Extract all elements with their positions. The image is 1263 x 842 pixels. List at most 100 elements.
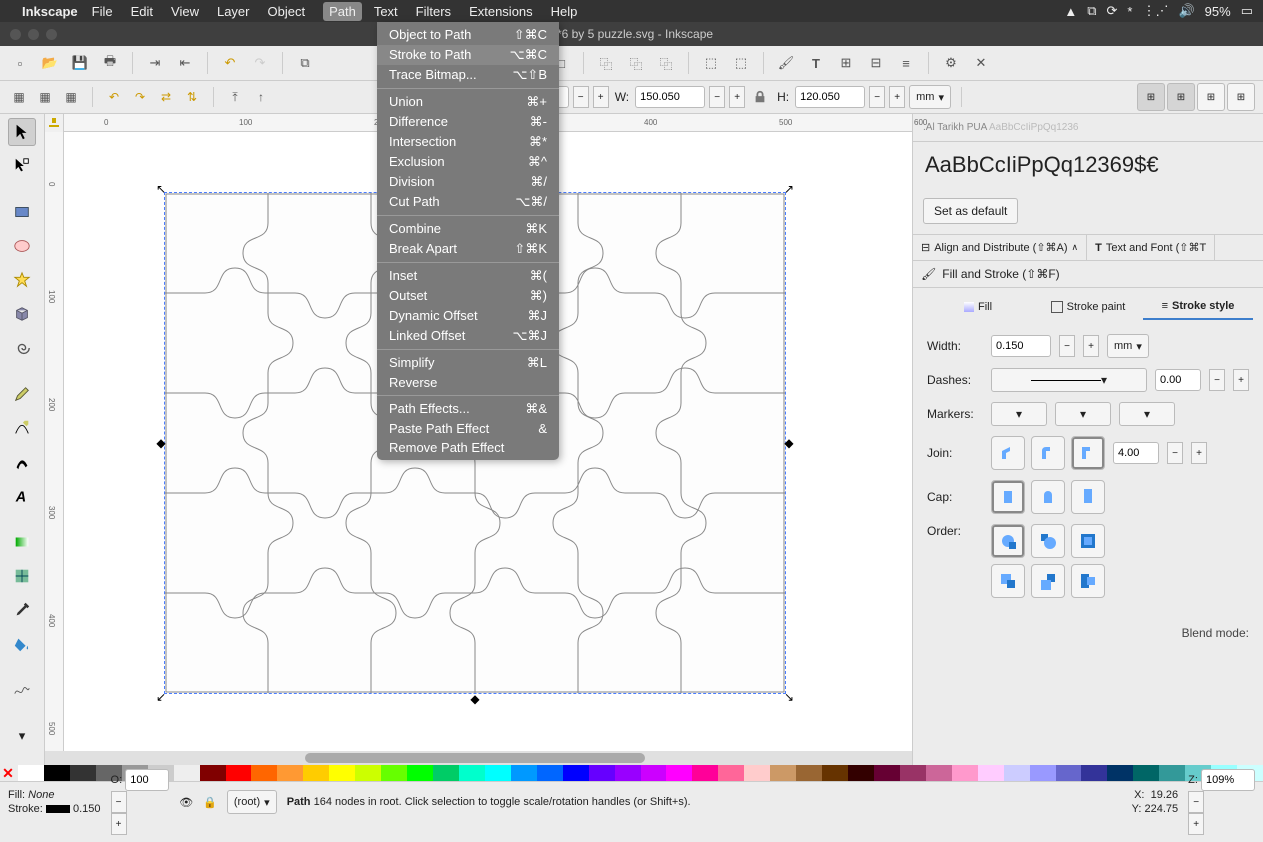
menu-filters[interactable]: Filters (416, 4, 451, 19)
color-swatch[interactable] (44, 765, 70, 781)
tweak-tool[interactable] (8, 676, 36, 704)
color-swatch[interactable] (1081, 765, 1107, 781)
join-round-button[interactable] (1031, 436, 1065, 470)
order-1-button[interactable] (991, 524, 1025, 558)
align-tab[interactable]: ⊟Align and Distribute (⇧⌘A)∧ (913, 235, 1087, 260)
order-6-button[interactable] (1071, 564, 1105, 598)
node-tool[interactable] (8, 152, 36, 180)
menu-item-division[interactable]: Division⌘/ (377, 172, 559, 192)
menu-item-exclusion[interactable]: Exclusion⌘^ (377, 152, 559, 172)
rotate-cw-icon[interactable]: ↷ (129, 86, 151, 108)
dash-offset-input[interactable] (1155, 369, 1201, 391)
color-swatch[interactable] (200, 765, 226, 781)
rect-tool[interactable] (8, 198, 36, 226)
color-swatch[interactable] (18, 765, 44, 781)
group-icon[interactable]: ⬚ (699, 51, 723, 75)
color-swatch[interactable] (407, 765, 433, 781)
miter-minus-button[interactable]: − (1167, 442, 1183, 464)
width-minus-button[interactable]: − (1059, 335, 1075, 357)
menu-item-combine[interactable]: Combine⌘K (377, 219, 559, 239)
star-tool[interactable] (8, 266, 36, 294)
order-4-button[interactable] (991, 564, 1025, 598)
flip-h-icon[interactable]: ⇄ (155, 86, 177, 108)
color-swatch[interactable] (589, 765, 615, 781)
menu-item-linked-offset[interactable]: Linked Offset⌥⌘J (377, 326, 559, 346)
menu-help[interactable]: Help (551, 4, 578, 19)
h-input[interactable] (795, 86, 865, 108)
no-fill-swatch[interactable]: ✕ (0, 765, 16, 781)
print-icon[interactable]: 🖶 (98, 51, 122, 75)
color-swatch[interactable] (796, 765, 822, 781)
color-swatch[interactable] (174, 765, 200, 781)
menu-text[interactable]: Text (374, 4, 398, 19)
h-plus-button[interactable]: + (889, 86, 905, 108)
menu-extensions[interactable]: Extensions (469, 4, 533, 19)
menu-item-dynamic-offset[interactable]: Dynamic Offset⌘J (377, 306, 559, 326)
more-tools[interactable]: ▾ (8, 722, 36, 750)
marker-mid-select[interactable]: ▾ (1055, 402, 1111, 426)
import-icon[interactable]: ⇥ (143, 51, 167, 75)
zoom-plus-button[interactable]: + (1188, 813, 1204, 835)
gradient-tool[interactable] (8, 528, 36, 556)
duplicate-icon[interactable]: ⿻ (594, 51, 618, 75)
color-swatch[interactable] (251, 765, 277, 781)
order-5-button[interactable] (1031, 564, 1065, 598)
menu-edit[interactable]: Edit (131, 4, 153, 19)
color-swatch[interactable] (1004, 765, 1030, 781)
affect-stroke-icon[interactable]: ⊞ (1137, 83, 1165, 111)
order-3-button[interactable] (1071, 524, 1105, 558)
shield-icon[interactable]: ▲ (1064, 4, 1077, 19)
color-swatch[interactable] (355, 765, 381, 781)
dash-plus-button[interactable]: + (1233, 369, 1249, 391)
undo-icon[interactable]: ↶ (218, 51, 242, 75)
refresh-icon[interactable]: ⟳ (1107, 3, 1118, 19)
stroke-swatch[interactable] (46, 805, 70, 813)
selection-handle[interactable]: ◆ (156, 438, 166, 448)
join-miter-button[interactable] (1071, 436, 1105, 470)
stroke-style-tab[interactable]: ≡Stroke style (1143, 294, 1253, 320)
text-icon[interactable]: T (804, 51, 828, 75)
color-swatch[interactable] (744, 765, 770, 781)
miter-plus-button[interactable]: + (1191, 442, 1207, 464)
menu-item-cut-path[interactable]: Cut Path⌥⌘/ (377, 192, 559, 212)
color-swatch[interactable] (485, 765, 511, 781)
screen-icon[interactable]: ⧉ (1087, 3, 1096, 19)
menu-item-remove-path-effect[interactable]: Remove Path Effect (377, 438, 559, 457)
color-swatch[interactable] (822, 765, 848, 781)
color-swatch[interactable] (770, 765, 796, 781)
cap-butt-button[interactable] (991, 480, 1025, 514)
stroke-paint-tab[interactable]: Stroke paint (1033, 294, 1143, 320)
close-window-icon[interactable] (10, 29, 21, 40)
unlink-clone-icon[interactable]: ⿻ (654, 51, 678, 75)
minimize-window-icon[interactable] (28, 29, 39, 40)
menu-item-inset[interactable]: Inset⌘( (377, 266, 559, 286)
deselect-icon[interactable]: ▦ (60, 86, 82, 108)
join-bevel-button[interactable] (991, 436, 1025, 470)
wifi-icon[interactable]: ⋮⋰ (1142, 3, 1168, 19)
mesh-tool[interactable] (8, 562, 36, 590)
color-swatch[interactable] (874, 765, 900, 781)
menu-file[interactable]: File (92, 4, 113, 19)
fill-stroke-header[interactable]: 🖌Fill and Stroke (⇧⌘F) (913, 261, 1263, 288)
doc-prefs-icon[interactable]: ✕ (969, 51, 993, 75)
color-swatch[interactable] (926, 765, 952, 781)
dash-minus-button[interactable]: − (1209, 369, 1225, 391)
color-swatch[interactable] (1030, 765, 1056, 781)
menu-item-simplify[interactable]: Simplify⌘L (377, 353, 559, 373)
select-all-layers-icon[interactable]: ▦ (34, 86, 56, 108)
selection-handle[interactable]: ↙ (156, 692, 166, 702)
color-swatch[interactable] (952, 765, 978, 781)
w-minus-button[interactable]: − (709, 86, 725, 108)
menu-path[interactable]: Path (323, 2, 362, 21)
menu-item-break-apart[interactable]: Break Apart⇧⌘K (377, 239, 559, 259)
open-icon[interactable]: 📂 (38, 51, 62, 75)
3dbox-tool[interactable] (8, 300, 36, 328)
color-swatch[interactable] (1159, 765, 1185, 781)
menu-item-intersection[interactable]: Intersection⌘* (377, 132, 559, 152)
color-swatch[interactable] (1056, 765, 1082, 781)
menu-item-paste-path-effect[interactable]: Paste Path Effect& (377, 419, 559, 438)
menu-item-stroke-to-path[interactable]: Stroke to Path⌥⌘C (377, 45, 559, 65)
lock-aspect-icon[interactable] (749, 86, 771, 108)
color-swatch[interactable] (641, 765, 667, 781)
pencil-tool[interactable] (8, 380, 36, 408)
